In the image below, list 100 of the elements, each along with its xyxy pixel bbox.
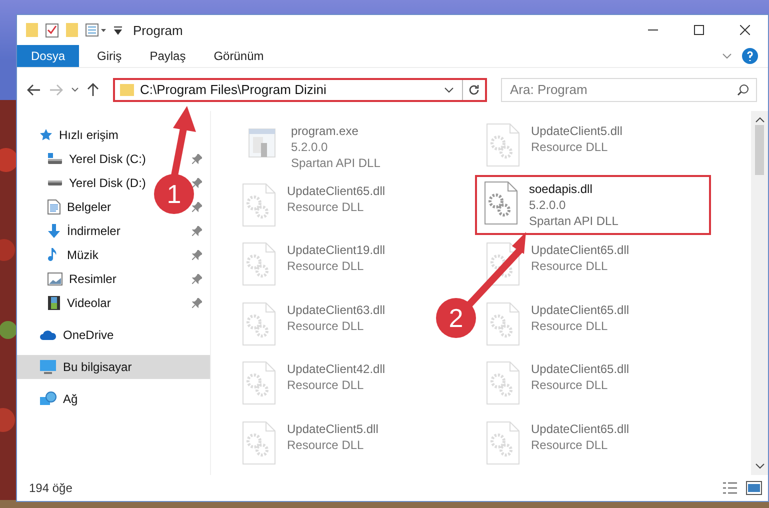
file-detail: Spartan API DLL (529, 212, 618, 228)
file-name: soedapis.dll (529, 180, 594, 196)
scroll-down-icon (754, 463, 764, 469)
star-icon (39, 128, 53, 142)
file-item[interactable]: UpdateClient5.dll Resource DLL (477, 117, 630, 176)
search-icon (737, 84, 749, 96)
folder-icon (65, 22, 79, 38)
back-button[interactable] (25, 82, 43, 98)
cloud-icon (39, 329, 57, 341)
chevron-icon (444, 86, 454, 92)
scroll-thumb[interactable] (755, 125, 764, 175)
file-item[interactable]: soedapis.dll 5.2.0.0 Spartan API DLL (475, 174, 711, 234)
sidebar-item[interactable]: Yerel Disk (D:) (47, 176, 146, 190)
checklist-icon (45, 22, 59, 38)
chevron-icon (71, 86, 79, 92)
ribbon-tab[interactable]: Giriş (83, 45, 136, 67)
file-name: UpdateClient63.dll (287, 302, 386, 318)
up-arrow-icon (87, 82, 99, 96)
dropdown-icon (113, 25, 123, 35)
sidebar-item[interactable]: Hızlı erişim (39, 128, 118, 142)
maximize-icon (694, 25, 704, 35)
folder-icon (120, 84, 134, 96)
settings-file-icon (241, 420, 277, 464)
folder-icon (25, 22, 39, 38)
details-view-icon[interactable] (722, 481, 738, 495)
sidebar-item[interactable]: Resimler (47, 272, 116, 286)
file-detail: 5.2.0.0 (529, 196, 567, 212)
network-icon (39, 391, 57, 407)
properties-icon (85, 23, 107, 37)
file-item[interactable]: UpdateClient65.dll Resource DLL (477, 355, 638, 414)
settings-file-icon (483, 180, 519, 224)
file-name: UpdateClient19.dll (287, 242, 386, 258)
file-item[interactable]: UpdateClient42.dll Resource DLL (233, 355, 394, 414)
file-item[interactable]: UpdateClient65.dll Resource DLL (233, 176, 394, 236)
file-detail: Resource DLL (531, 139, 609, 155)
recent-locations-button[interactable] (69, 84, 81, 94)
file-item[interactable]: UpdateClient63.dll Resource DLL (233, 296, 394, 355)
file-item[interactable]: UpdateClient65.dll Resource DLL (477, 414, 638, 474)
document-icon (47, 199, 61, 215)
scrollbar[interactable] (751, 111, 768, 475)
sidebar-item[interactable]: Ağ (39, 391, 78, 407)
film-icon (47, 295, 61, 311)
ribbon-tab[interactable]: Görünüm (200, 45, 278, 67)
file-detail: Resource DLL (531, 318, 609, 334)
file-name: UpdateClient65.dll (531, 420, 630, 436)
file-detail: Resource DLL (531, 377, 609, 393)
file-item[interactable]: UpdateClient19.dll Resource DLL (233, 236, 394, 296)
back-arrow-icon (27, 84, 41, 96)
image-icon (47, 272, 63, 286)
up-button[interactable] (85, 80, 101, 98)
chevron-icon[interactable] (722, 53, 732, 59)
file-name: UpdateClient42.dll (287, 361, 386, 377)
file-item[interactable]: UpdateClient65.dll Resource DLL (477, 296, 638, 355)
file-name: UpdateClient65.dll (287, 182, 386, 198)
file-detail: Resource DLL (287, 318, 365, 334)
file-item[interactable]: UpdateClient5.dll Resource DLL (233, 414, 386, 474)
sidebar-item[interactable]: Bu bilgisayar (39, 359, 132, 375)
help-icon[interactable] (742, 48, 758, 64)
file-detail: Resource DLL (287, 436, 365, 452)
file-detail: Resource DLL (531, 258, 609, 274)
file-item[interactable]: UpdateClient65.dll Resource DLL (477, 236, 638, 296)
address-field[interactable]: C:\Program Files\Program Dizini (113, 78, 487, 102)
close-icon (740, 25, 750, 35)
file-detail: Resource DLL (287, 198, 365, 214)
download-icon (47, 223, 61, 239)
drive-icon (47, 180, 63, 186)
file-name: UpdateClient65.dll (531, 361, 630, 377)
file-detail: 5.2.0.0 (291, 139, 329, 155)
file-name: UpdateClient65.dll (531, 242, 630, 258)
settings-file-icon (241, 182, 277, 226)
file-detail: Resource DLL (287, 258, 365, 274)
sidebar-item[interactable]: Belgeler (47, 199, 112, 215)
drive-icon (47, 153, 63, 165)
file-detail: Resource DLL (531, 436, 609, 452)
large-icons-view-icon[interactable] (746, 481, 762, 495)
settings-file-icon (241, 361, 277, 405)
sidebar-item[interactable]: Videolar (47, 295, 111, 311)
search-field[interactable]: Ara: Program (501, 78, 757, 102)
file-detail: Resource DLL (287, 377, 365, 393)
sidebar-item[interactable]: OneDrive (39, 328, 114, 342)
refresh-icon[interactable] (468, 84, 480, 96)
settings-file-icon (485, 420, 521, 464)
item-count: 194 öğe (29, 481, 72, 495)
file-name: UpdateClient5.dll (287, 420, 378, 436)
sidebar-item[interactable]: İndirmeler (47, 223, 120, 239)
sidebar-item[interactable]: Yerel Disk (C:) (47, 152, 146, 166)
scroll-up-icon (754, 117, 764, 123)
window-title: Program (133, 22, 183, 38)
settings-file-icon (485, 361, 521, 405)
settings-file-icon (485, 302, 521, 346)
ribbon-tab[interactable]: Dosya (17, 45, 80, 67)
file-item[interactable]: program.exe 5.2.0.0 Spartan API DLL (233, 117, 388, 176)
sidebar-item[interactable]: Müzik (47, 247, 98, 263)
forward-arrow-icon (49, 84, 63, 96)
file-name: UpdateClient65.dll (531, 302, 630, 318)
file-name: UpdateClient5.dll (531, 123, 622, 139)
ribbon-tab[interactable]: Paylaş (136, 45, 200, 67)
file-name: program.exe (291, 123, 360, 139)
settings-file-icon (485, 123, 521, 167)
settings-file-icon (485, 242, 521, 286)
